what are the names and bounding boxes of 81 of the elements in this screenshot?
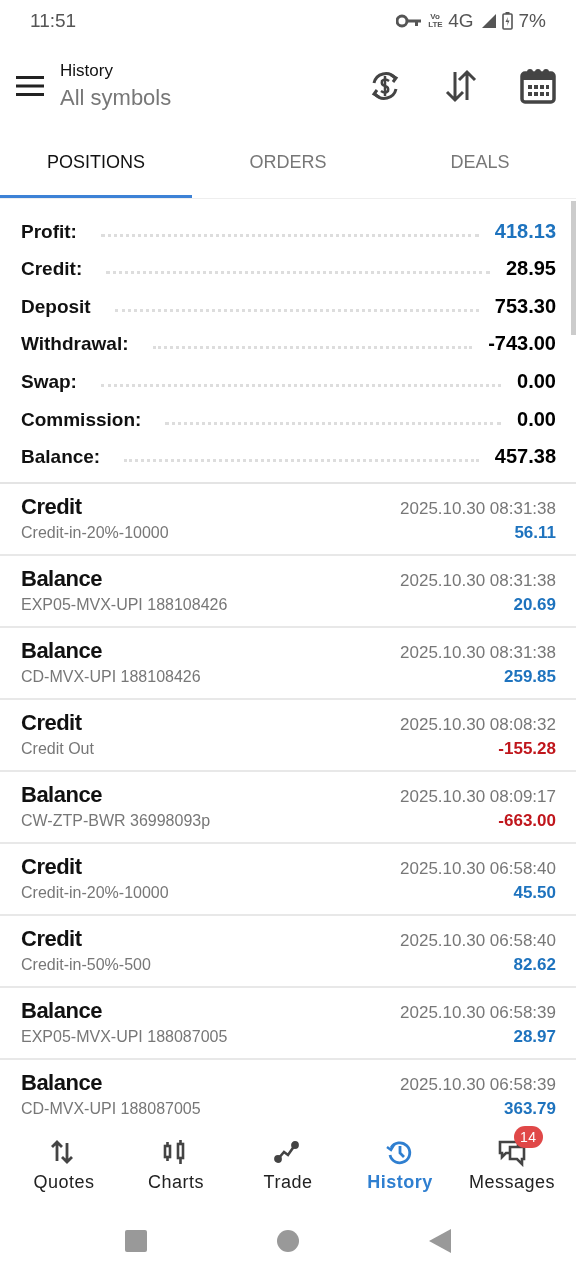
nav-tab[interactable]: 14 Messages [456, 1122, 568, 1193]
summary-value: 0.00 [517, 407, 556, 432]
summary-label: Commission: [21, 408, 142, 432]
deal-amount: -155.28 [498, 739, 556, 760]
deal-row[interactable]: Balance 2025.10.30 08:09:17 CW-ZTP-BWR 36998093p -663.00 [0, 772, 576, 845]
summary-value: 457.38 [494, 445, 556, 470]
deal-comment: CD-MVX-UPI 188087005 [21, 1100, 201, 1118]
deal-comment: Credit-in-20%-10000 [21, 524, 169, 543]
notification-badge: 14 [514, 1126, 543, 1148]
sort-arrows-icon[interactable] [444, 69, 478, 103]
deal-amount: 82.62 [513, 955, 556, 976]
summary-label: Swap: [21, 370, 77, 394]
history-icon [386, 1139, 414, 1167]
key-icon [396, 14, 423, 28]
deal-time: 2025.10.30 08:09:17 [400, 787, 556, 808]
deal-time: 2025.10.30 06:58:40 [400, 931, 556, 952]
deal-time: 2025.10.30 08:31:38 [400, 499, 556, 520]
nav-tab[interactable]: History [344, 1122, 456, 1193]
deal-type: Balance [21, 566, 102, 593]
tab[interactable]: POSITIONS [0, 130, 192, 198]
nav-tab[interactable]: Charts [120, 1122, 232, 1193]
summary-label: Balance: [21, 446, 101, 470]
back-button[interactable] [429, 1229, 451, 1253]
deal-time: 2025.10.30 08:31:38 [400, 571, 556, 592]
battery-icon [501, 12, 513, 30]
deal-time: 2025.10.30 08:08:32 [400, 715, 556, 736]
volte-indicator: Vo LTE [428, 13, 443, 29]
nav-tab[interactable]: Quotes [8, 1122, 120, 1193]
menu-icon[interactable] [16, 76, 44, 96]
screen-title: History [60, 61, 114, 81]
deal-type: Credit [21, 494, 82, 521]
deal-type: Balance [21, 1070, 102, 1097]
nav-tab[interactable]: Trade [232, 1122, 344, 1193]
summary-value: 0.00 [517, 369, 556, 394]
summary-value: -743.00 [488, 332, 556, 357]
deal-row[interactable]: Credit 2025.10.30 06:58:40 Credit-in-20%-10000 45.50 [0, 844, 576, 917]
symbol-filter[interactable]: All symbols [60, 85, 368, 111]
deal-comment: CD-MVX-UPI 188108426 [21, 668, 201, 687]
deal-row[interactable]: Credit 2025.10.30 06:58:40 Credit-in-50%-500 82.62 [0, 916, 576, 989]
deal-time: 2025.10.30 06:58:39 [400, 1075, 556, 1096]
deal-type: Credit [21, 710, 82, 737]
deal-comment: Credit-in-20%-10000 [21, 884, 169, 903]
deal-comment: Credit Out [21, 740, 94, 759]
deal-time: 2025.10.30 06:58:39 [400, 1003, 556, 1024]
deal-amount: 363.79 [504, 1099, 556, 1118]
deal-row[interactable]: Balance 2025.10.30 08:31:38 EXP05-MVX-UPI 188108426 20.69 [0, 556, 576, 629]
deal-type: Credit [21, 854, 82, 881]
deal-type: Balance [21, 638, 102, 665]
network-type: 4G [448, 10, 474, 32]
summary-value: 418.13 [494, 219, 556, 244]
deal-type: Credit [21, 926, 82, 953]
calendar-icon[interactable] [520, 68, 556, 104]
tab[interactable]: DEALS [384, 130, 576, 198]
home-button[interactable] [277, 1230, 299, 1252]
summary-label: Deposit [21, 295, 91, 319]
deal-row[interactable]: Credit 2025.10.30 08:31:38 Credit-in-20%-10000 56.11 [0, 484, 576, 557]
deal-amount: 259.85 [504, 667, 556, 688]
summary-label: Profit: [21, 220, 77, 244]
summary-value: 28.95 [505, 257, 556, 282]
deal-amount: 28.97 [513, 1027, 556, 1048]
summary-label: Withdrawal: [21, 333, 129, 357]
deal-comment: EXP05-MVX-UPI 188108426 [21, 596, 228, 615]
deal-row[interactable]: Balance 2025.10.30 08:31:38 CD-MVX-UPI 188108426 259.85 [0, 628, 576, 701]
deal-row[interactable]: Balance 2025.10.30 06:58:39 EXP05-MVX-UPI 188087005 28.97 [0, 988, 576, 1061]
deal-amount: -663.00 [498, 811, 556, 832]
deal-amount: 45.50 [513, 883, 556, 904]
summary-label: Credit: [21, 258, 83, 282]
deal-comment: Credit-in-50%-500 [21, 956, 151, 975]
deal-time: 2025.10.30 08:31:38 [400, 643, 556, 664]
deal-time: 2025.10.30 06:58:40 [400, 859, 556, 880]
deal-row[interactable]: Credit 2025.10.30 08:08:32 Credit Out -155.28 [0, 700, 576, 773]
deal-type: Balance [21, 998, 102, 1025]
tab[interactable]: ORDERS [192, 130, 384, 198]
deal-amount: 20.69 [513, 595, 556, 616]
deal-type: Balance [21, 782, 102, 809]
clock-time: 11:51 [30, 10, 77, 32]
battery-level: 7% [518, 10, 546, 32]
deal-comment: EXP05-MVX-UPI 188087005 [21, 1028, 228, 1047]
summary-value: 753.30 [494, 294, 556, 319]
deal-comment: CW-ZTP-BWR 36998093p [21, 812, 211, 831]
deal-amount: 56.11 [514, 523, 556, 544]
